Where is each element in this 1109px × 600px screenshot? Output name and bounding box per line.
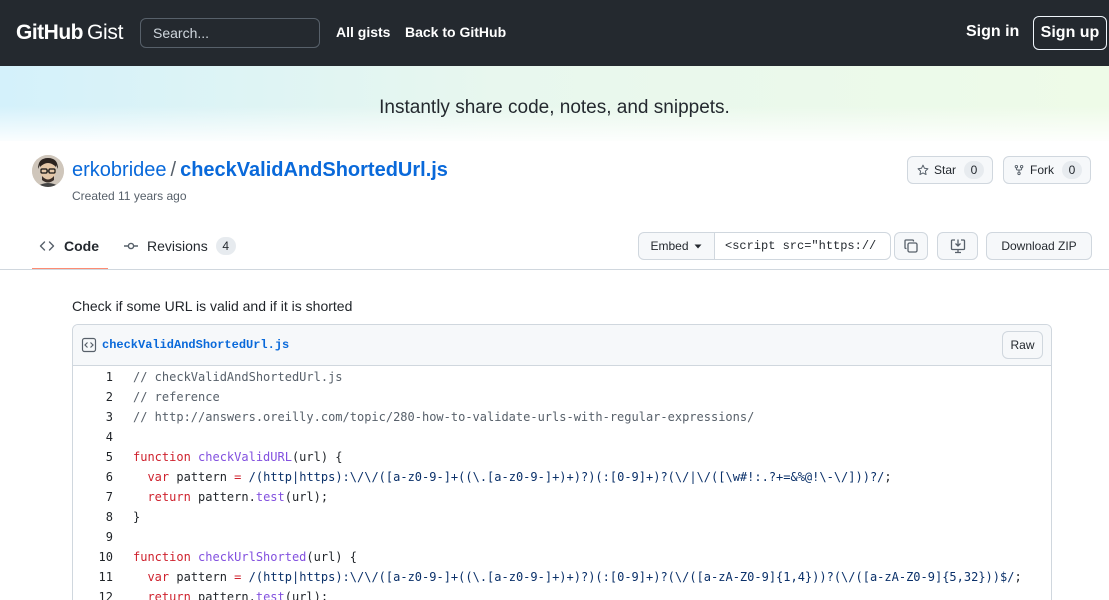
line-number[interactable]: 8	[73, 510, 113, 524]
sign-in-link[interactable]: Sign in	[966, 23, 1019, 41]
line-code: }	[133, 510, 141, 524]
sign-up-button[interactable]: Sign up	[1033, 16, 1107, 50]
embed-control: Embed	[638, 232, 891, 260]
star-label: Star	[933, 163, 956, 177]
code-line: 10 function checkUrlShorted(url) {	[73, 547, 1051, 567]
search-input[interactable]	[140, 18, 320, 48]
embed-code-input[interactable]	[715, 232, 891, 260]
nav-back-to-github[interactable]: Back to GitHub	[405, 24, 506, 40]
code-line: 9	[73, 527, 1051, 547]
raw-button[interactable]: Raw	[1002, 331, 1043, 359]
gist-description: Check if some URL is valid and if it is …	[72, 298, 353, 314]
tab-code[interactable]: Code	[39, 236, 99, 256]
line-number[interactable]: 3	[73, 410, 113, 424]
code-line: 7 return pattern.test(url);	[73, 487, 1051, 507]
gist-owner-link[interactable]: erkobridee	[72, 159, 167, 181]
created-timestamp: Created 11 years ago	[72, 189, 187, 203]
line-number[interactable]: 1	[73, 370, 113, 384]
line-code: return pattern.test(url);	[147, 590, 329, 600]
desktop-download-icon	[950, 239, 965, 254]
file-container: checkValidAndShortedUrl.js Raw 1 // check…	[72, 324, 1052, 600]
file-name-link[interactable]: checkValidAndShortedUrl.js	[102, 338, 289, 352]
line-number[interactable]: 11	[73, 570, 113, 584]
line-code: // checkValidAndShortedUrl.js	[133, 370, 343, 384]
line-number[interactable]: 5	[73, 450, 113, 464]
code-line: 8}	[73, 507, 1051, 527]
line-number[interactable]: 9	[73, 530, 113, 544]
caret-down-icon	[694, 244, 702, 249]
line-code: var pattern = /(http|https):\/\/([a-z0-9…	[147, 470, 892, 484]
fork-icon	[1014, 164, 1024, 176]
fork-count: 0	[1062, 161, 1082, 179]
gist-filename-link[interactable]: checkValidAndShortedUrl.js	[180, 159, 448, 181]
code-line: 6 var pattern = /(http|https):\/\/([a-z0…	[73, 467, 1051, 487]
embed-dropdown-button[interactable]: Embed	[638, 232, 715, 260]
fork-button[interactable]: Fork 0	[1003, 156, 1091, 184]
revisions-icon	[124, 242, 138, 250]
logo-github-text: GitHub	[16, 21, 83, 44]
nav-all-gists[interactable]: All gists	[336, 24, 390, 40]
open-with-desktop-button[interactable]	[937, 232, 978, 260]
fork-label: Fork	[1030, 163, 1054, 177]
tab-revisions-label: Revisions	[147, 238, 208, 254]
revisions-count: 4	[215, 237, 236, 255]
title-separator: /	[170, 159, 177, 181]
embed-label: Embed	[650, 239, 689, 253]
code-line: 2 // reference	[73, 387, 1051, 407]
line-number[interactable]: 2	[73, 390, 113, 404]
tab-revisions[interactable]: Revisions 4	[123, 236, 236, 256]
download-zip-button[interactable]: Download ZIP	[986, 232, 1092, 260]
code-line: 12 return pattern.test(url);	[73, 587, 1051, 600]
star-count: 0	[964, 161, 984, 179]
line-code: function checkValidURL(url) {	[133, 450, 343, 464]
site-header: GitHub Gist All gists Back to GitHub Sig…	[0, 0, 1109, 66]
copy-icon	[904, 239, 918, 253]
logo-gist-text: Gist	[86, 21, 124, 44]
tabs-divider	[0, 269, 1109, 270]
banner-tagline: Instantly share code, notes, and snippet…	[379, 97, 730, 118]
code-line: 3 // http://answers.oreilly.com/topic/280…	[73, 407, 1051, 427]
line-number[interactable]: 7	[73, 490, 113, 504]
code-line: 1 // checkValidAndShortedUrl.js	[73, 367, 1051, 387]
code-line: 11 var pattern = /(http|https):\/\/([a-z…	[73, 567, 1051, 587]
line-number[interactable]: 4	[73, 430, 113, 444]
code-line: 4	[73, 427, 1051, 447]
line-code: function checkUrlShorted(url) {	[133, 550, 357, 564]
line-code: var pattern = /(http|https):\/\/([a-z0-9…	[147, 570, 1022, 584]
line-code: // reference	[133, 390, 220, 404]
line-code: // http://answers.oreilly.com/topic/280-…	[133, 410, 755, 424]
gist-title: erkobridee / checkValidAndShortedUrl.js	[72, 159, 448, 182]
avatar[interactable]	[32, 155, 64, 187]
line-number[interactable]: 10	[73, 550, 113, 564]
code-view: 1 // checkValidAndShortedUrl.js 2 // refere…	[73, 367, 1051, 600]
file-header: checkValidAndShortedUrl.js Raw	[73, 325, 1051, 366]
file-code-icon	[81, 337, 97, 353]
line-number[interactable]: 12	[73, 590, 113, 600]
line-number[interactable]: 6	[73, 470, 113, 484]
copy-button[interactable]	[894, 232, 928, 260]
code-icon	[39, 241, 55, 251]
tab-code-label: Code	[64, 238, 99, 254]
code-line: 5 function checkValidURL(url) {	[73, 447, 1051, 467]
line-code: return pattern.test(url);	[147, 490, 329, 504]
star-icon	[917, 164, 929, 176]
github-gist-logo[interactable]: GitHub Gist	[16, 20, 123, 46]
star-button[interactable]: Star 0	[907, 156, 993, 184]
